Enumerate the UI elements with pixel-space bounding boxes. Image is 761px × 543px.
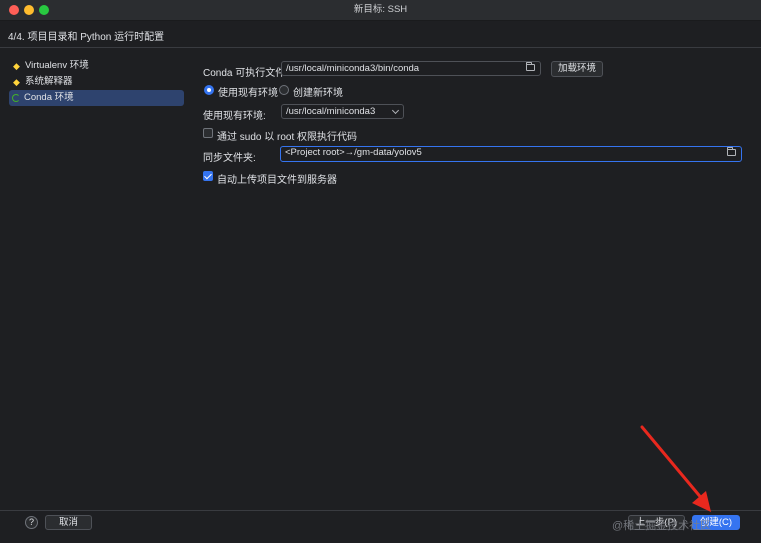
- conda-exec-label: Conda 可执行文件:: [203, 68, 289, 79]
- sync-folder-label: 同步文件夹:: [203, 153, 256, 164]
- footer-divider: [0, 510, 761, 511]
- load-env-button[interactable]: 加载环境: [551, 61, 603, 77]
- window-title: 新目标: SSH: [353, 4, 408, 15]
- use-existing-label: 使用现有环境: [218, 88, 278, 99]
- use-existing-radio[interactable]: [204, 85, 214, 95]
- sidebar-item-virtualenv[interactable]: ◆ Virtualenv 环境: [9, 58, 184, 74]
- existing-env-value: /usr/local/miniconda3: [286, 106, 376, 117]
- sudo-label: 通过 sudo 以 root 权限执行代码: [217, 132, 358, 143]
- create-new-label: 创建新环境: [293, 88, 343, 99]
- conda-exec-value: /usr/local/miniconda3/bin/conda: [286, 63, 420, 74]
- conda-icon: [12, 94, 20, 102]
- sidebar-item-conda[interactable]: Conda 环境: [9, 90, 184, 106]
- sudo-checkbox[interactable]: [203, 128, 213, 138]
- help-button[interactable]: ?: [25, 516, 38, 529]
- sidebar-item-system-interpreter[interactable]: ◆ 系统解释器: [9, 74, 184, 90]
- sidebar-item-label: Virtualenv 环境: [25, 60, 89, 71]
- sidebar-item-label: Conda 环境: [24, 92, 74, 103]
- python-icon: ◆: [13, 60, 20, 71]
- existing-env-select[interactable]: /usr/local/miniconda3: [281, 104, 404, 119]
- cancel-button[interactable]: 取消: [45, 515, 92, 530]
- sync-folder-value: <Project root>→/gm-data/yolov5: [285, 147, 422, 158]
- folder-icon[interactable]: [727, 147, 736, 156]
- conda-exec-field[interactable]: /usr/local/miniconda3/bin/conda: [281, 61, 541, 76]
- python-icon: ◆: [13, 76, 20, 87]
- auto-upload-label: 自动上传项目文件到服务器: [217, 175, 337, 186]
- auto-upload-checkbox[interactable]: [203, 171, 213, 181]
- step-header: 4/4. 项目目录和 Python 运行时配置: [8, 32, 165, 43]
- folder-icon[interactable]: [526, 62, 535, 71]
- sidebar-item-label: 系统解释器: [25, 76, 73, 87]
- sidebar: ◆ Virtualenv 环境 ◆ 系统解释器 Conda 环境: [0, 48, 190, 510]
- existing-env-label: 使用现有环境:: [203, 111, 266, 122]
- sync-folder-field[interactable]: <Project root>→/gm-data/yolov5: [280, 146, 742, 162]
- create-new-radio[interactable]: [279, 85, 289, 95]
- watermark: @稀土掘金技术社区: [612, 520, 712, 532]
- chevron-down-icon: [391, 106, 400, 115]
